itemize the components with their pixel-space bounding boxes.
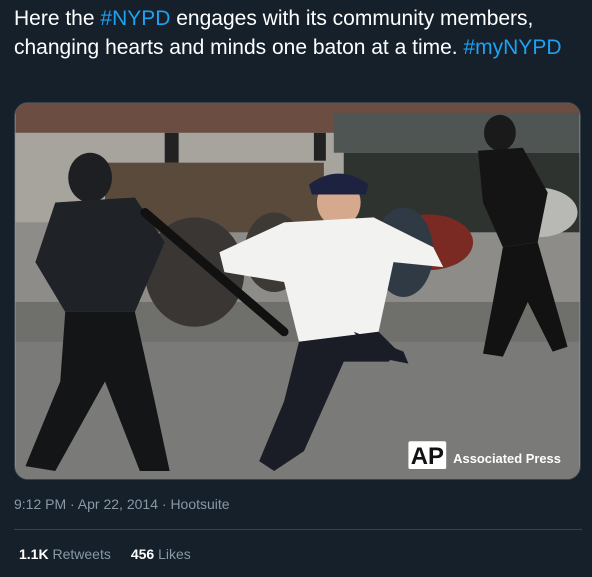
retweets-count: 1.1K	[19, 546, 49, 562]
photo-police-scene: AP Associated Press	[15, 103, 580, 479]
retweets-stat[interactable]: 1.1K Retweets	[19, 546, 111, 562]
tweet-photo[interactable]: AP Associated Press	[14, 102, 581, 480]
hashtag-mynypd-link[interactable]: #myNYPD	[463, 36, 561, 59]
likes-stat[interactable]: 456 Likes	[131, 546, 191, 562]
tweet-card: Here the #NYPD engages with its communit…	[0, 0, 592, 577]
meta-separator: ·	[157, 496, 171, 512]
tweet-source-link[interactable]: Hootsuite	[170, 496, 229, 512]
tweet-timestamp-link[interactable]: 9:12 PM · Apr 22, 2014	[14, 496, 158, 512]
likes-label: Likes	[158, 546, 191, 562]
hashtag-nypd-link[interactable]: #NYPD	[100, 7, 170, 30]
tweet-meta: 9:12 PM · Apr 22, 2014 · Hootsuite	[14, 496, 230, 512]
tweet-text: Here the #NYPD engages with its communit…	[14, 4, 584, 62]
divider	[14, 529, 582, 530]
tweet-stats: 1.1K Retweets 456 Likes	[19, 546, 191, 562]
ap-logo-text: Associated Press	[453, 451, 561, 466]
tweet-text-part1: Here the	[14, 7, 101, 30]
likes-count: 456	[130, 546, 155, 562]
retweets-label: Retweets	[52, 546, 111, 562]
ap-logo-letters: AP	[411, 443, 444, 470]
